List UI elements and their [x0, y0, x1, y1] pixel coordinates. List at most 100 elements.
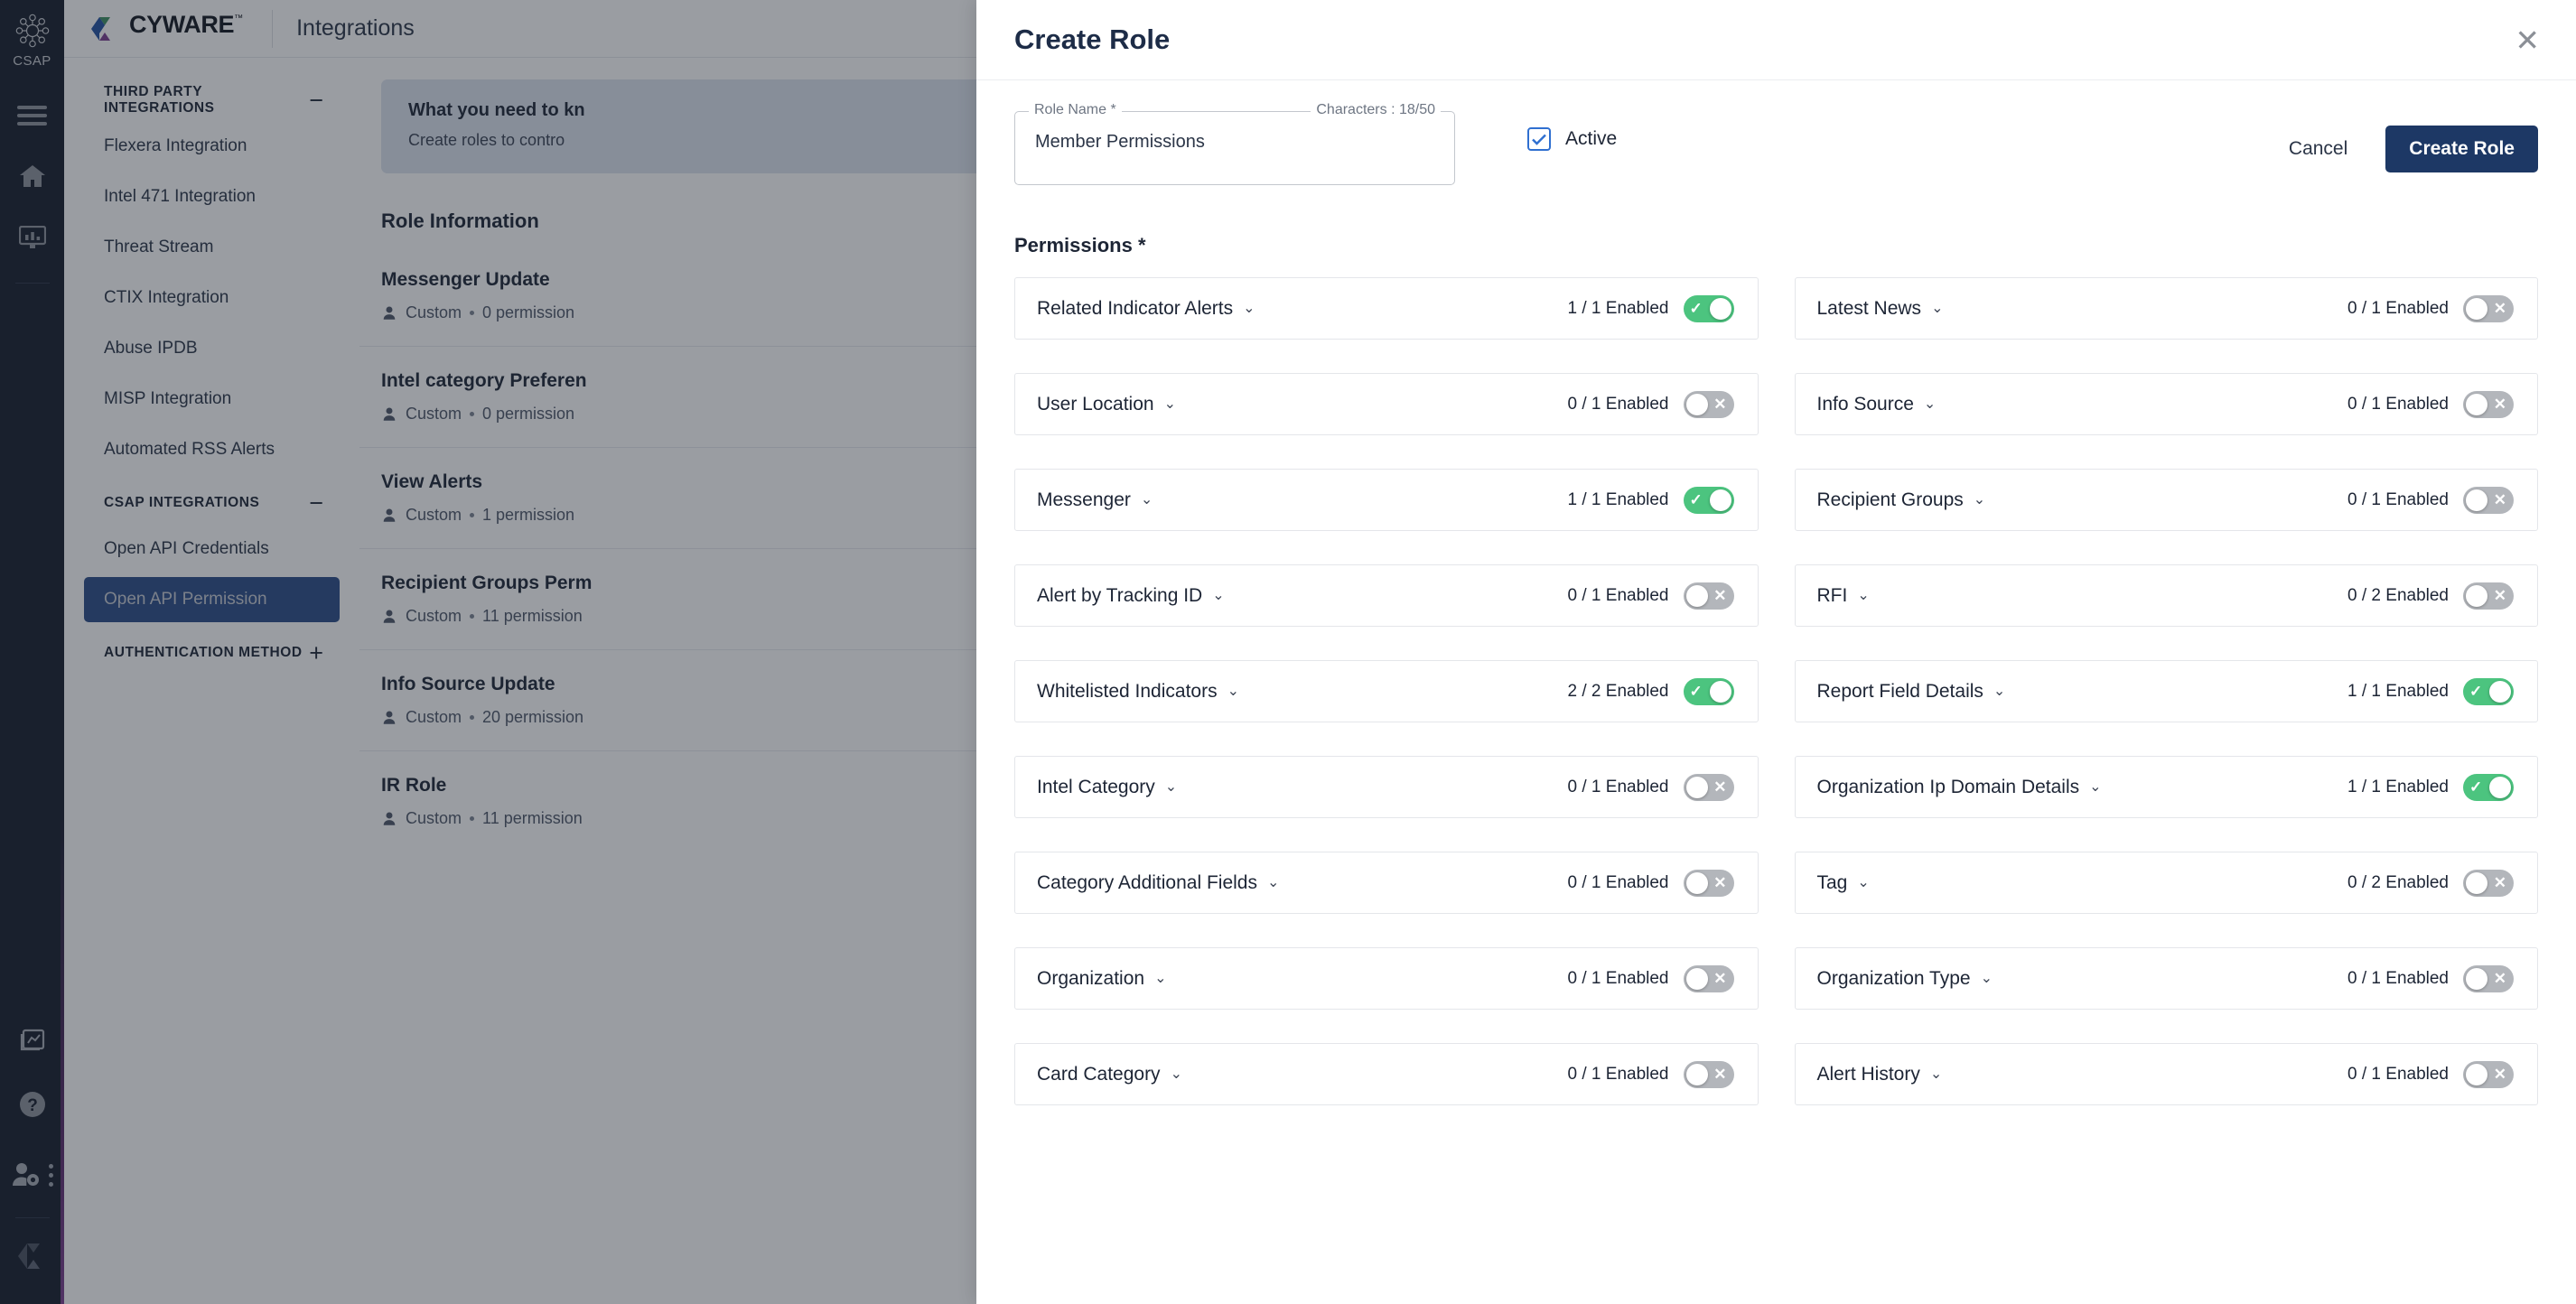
permission-toggle[interactable]: ✕	[1683, 869, 1734, 897]
chevron-down-icon[interactable]: ⌄	[1165, 779, 1177, 795]
role-name-input-value[interactable]: Member Permissions	[1035, 132, 1205, 153]
chevron-down-icon[interactable]: ⌄	[1931, 301, 1943, 316]
chevron-down-icon[interactable]: ⌄	[1171, 1066, 1182, 1082]
permission-status-group: 0 / 1 Enabled ✕	[1568, 869, 1734, 897]
permission-row[interactable]: Alert History ⌄ 0 / 1 Enabled ✕	[1794, 1043, 2538, 1105]
chevron-down-icon[interactable]: ⌄	[1974, 492, 1985, 508]
permission-row[interactable]: User Location ⌄ 0 / 1 Enabled ✕	[1014, 373, 1759, 435]
permission-label-group[interactable]: Category Additional Fields ⌄	[1037, 872, 1279, 894]
permission-toggle[interactable]: ✕	[1683, 390, 1734, 418]
permission-enabled-count: 0 / 2 Enabled	[2347, 872, 2449, 892]
permission-row[interactable]: RFI ⌄ 0 / 2 Enabled ✕	[1794, 564, 2538, 627]
chevron-down-icon[interactable]: ⌄	[1857, 588, 1869, 603]
permission-row[interactable]: Organization Ip Domain Details ⌄ 1 / 1 Ena…	[1794, 756, 2538, 818]
chevron-down-icon[interactable]: ⌄	[1243, 301, 1255, 316]
permission-toggle[interactable]: ✓	[1683, 677, 1734, 705]
permission-row[interactable]: Whitelisted Indicators ⌄ 2 / 2 Enabled ✓	[1014, 660, 1759, 722]
permission-row[interactable]: Recipient Groups ⌄ 0 / 1 Enabled ✕	[1794, 469, 2538, 531]
active-label: Active	[1565, 128, 1618, 149]
chevron-down-icon[interactable]: ⌄	[1993, 684, 2005, 699]
permission-row[interactable]: Messenger ⌄ 1 / 1 Enabled ✓	[1014, 469, 1759, 531]
permission-row[interactable]: Report Field Details ⌄ 1 / 1 Enabled ✓	[1794, 660, 2538, 722]
permissions-title: Permissions *	[1014, 234, 1146, 256]
permission-label-group[interactable]: Latest News ⌄	[1817, 298, 1944, 320]
permission-toggle[interactable]: ✕	[2463, 486, 2514, 514]
permission-toggle[interactable]: ✕	[2463, 1060, 2514, 1088]
permission-label-group[interactable]: Alert History ⌄	[1817, 1064, 1943, 1085]
permission-label-group[interactable]: Messenger ⌄	[1037, 489, 1153, 511]
permission-row[interactable]: Alert by Tracking ID ⌄ 0 / 1 Enabled ✕	[1014, 564, 1759, 627]
permission-status-group: 2 / 2 Enabled ✓	[1567, 677, 1734, 705]
permissions-grid: Related Indicator Alerts ⌄ 1 / 1 Enabled ✓ L…	[1014, 277, 2538, 1105]
permission-label-group[interactable]: Whitelisted Indicators ⌄	[1037, 681, 1239, 703]
permission-label-group[interactable]: Intel Category ⌄	[1037, 777, 1177, 798]
permission-label: Intel Category	[1037, 776, 1155, 797]
permission-status-group: 0 / 1 Enabled ✕	[2347, 390, 2514, 418]
permission-toggle[interactable]: ✕	[1683, 582, 1734, 610]
chevron-down-icon[interactable]: ⌄	[1857, 875, 1869, 890]
permission-label-group[interactable]: RFI ⌄	[1817, 585, 1870, 607]
permission-toggle[interactable]: ✕	[2463, 390, 2514, 418]
permission-row[interactable]: Card Category ⌄ 0 / 1 Enabled ✕	[1014, 1043, 1759, 1105]
permission-label-group[interactable]: Related Indicator Alerts ⌄	[1037, 298, 1255, 320]
permission-toggle[interactable]: ✕	[2463, 582, 2514, 610]
role-name-field[interactable]: Role Name * Characters : 18/50 Member Pe…	[1014, 102, 1455, 185]
toggle-knob	[2466, 393, 2487, 415]
permission-label-group[interactable]: Organization ⌄	[1037, 968, 1166, 990]
permission-toggle[interactable]: ✓	[2463, 677, 2514, 705]
permission-row[interactable]: Intel Category ⌄ 0 / 1 Enabled ✕	[1014, 756, 1759, 818]
toggle-knob	[2466, 1063, 2487, 1085]
permission-label-group[interactable]: Info Source ⌄	[1817, 394, 1937, 415]
chevron-down-icon[interactable]: ⌄	[1981, 971, 1993, 986]
permission-status-group: 0 / 1 Enabled ✕	[1568, 1060, 1734, 1088]
permission-label-group[interactable]: Recipient Groups ⌄	[1817, 489, 1986, 511]
permission-toggle[interactable]: ✕	[2463, 869, 2514, 897]
permission-label: Report Field Details	[1816, 680, 1983, 702]
active-checkbox-group[interactable]: Active	[1527, 127, 1617, 151]
permission-row[interactable]: Organization Type ⌄ 0 / 1 Enabled ✕	[1794, 947, 2538, 1010]
permission-toggle[interactable]: ✓	[1683, 294, 1734, 322]
cancel-button[interactable]: Cancel	[2276, 131, 2360, 167]
create-role-modal: Create Role ✕ Role Name * Characters : 1…	[976, 0, 2576, 1304]
permission-row[interactable]: Category Additional Fields ⌄ 0 / 1 Enabled…	[1014, 852, 1759, 914]
permission-toggle[interactable]: ✕	[2463, 964, 2514, 992]
chevron-down-icon[interactable]: ⌄	[2089, 779, 2101, 795]
chevron-down-icon[interactable]: ⌄	[1212, 588, 1224, 603]
permission-label-group[interactable]: Tag ⌄	[1817, 872, 1870, 894]
permission-row[interactable]: Tag ⌄ 0 / 2 Enabled ✕	[1794, 852, 2538, 914]
permission-row[interactable]: Info Source ⌄ 0 / 1 Enabled ✕	[1794, 373, 2538, 435]
permission-toggle[interactable]: ✓	[2463, 773, 2514, 801]
chevron-down-icon[interactable]: ⌄	[1164, 396, 1176, 412]
close-icon[interactable]: ✕	[2515, 25, 2540, 55]
permission-enabled-count: 2 / 2 Enabled	[1567, 681, 1669, 701]
permission-toggle[interactable]: ✕	[1683, 964, 1734, 992]
permission-toggle[interactable]: ✓	[1683, 486, 1734, 514]
x-icon: ✕	[2493, 874, 2506, 891]
permission-label-group[interactable]: Organization Ip Domain Details ⌄	[1817, 777, 2102, 798]
chevron-down-icon[interactable]: ⌄	[1930, 1066, 1942, 1082]
permission-label-group[interactable]: Organization Type ⌄	[1817, 968, 1993, 990]
permission-row[interactable]: Latest News ⌄ 0 / 1 Enabled ✕	[1794, 277, 2538, 340]
character-counter: Characters : 18/50	[1311, 102, 1441, 118]
permission-status-group: 1 / 1 Enabled ✓	[2347, 773, 2514, 801]
chevron-down-icon[interactable]: ⌄	[1267, 875, 1279, 890]
check-icon: ✓	[1689, 683, 1703, 700]
chevron-down-icon[interactable]: ⌄	[1924, 396, 1936, 412]
permission-label-group[interactable]: User Location ⌄	[1037, 394, 1176, 415]
permission-label: Organization	[1037, 967, 1145, 989]
chevron-down-icon[interactable]: ⌄	[1227, 684, 1239, 699]
permission-toggle[interactable]: ✕	[1683, 773, 1734, 801]
permission-label-group[interactable]: Alert by Tracking ID ⌄	[1037, 585, 1225, 607]
create-role-button[interactable]: Create Role	[2385, 126, 2538, 172]
permission-toggle[interactable]: ✕	[2463, 294, 2514, 322]
toggle-knob	[2466, 967, 2487, 990]
chevron-down-icon[interactable]: ⌄	[1154, 971, 1166, 986]
permission-row[interactable]: Organization ⌄ 0 / 1 Enabled ✕	[1014, 947, 1759, 1010]
permission-enabled-count: 0 / 1 Enabled	[1567, 394, 1669, 414]
active-checkbox[interactable]	[1527, 127, 1551, 151]
permission-label-group[interactable]: Report Field Details ⌄	[1817, 681, 2006, 703]
permission-toggle[interactable]: ✕	[1683, 1060, 1734, 1088]
permission-label-group[interactable]: Card Category ⌄	[1037, 1064, 1182, 1085]
permission-row[interactable]: Related Indicator Alerts ⌄ 1 / 1 Enabled ✓	[1014, 277, 1759, 340]
chevron-down-icon[interactable]: ⌄	[1141, 492, 1153, 508]
